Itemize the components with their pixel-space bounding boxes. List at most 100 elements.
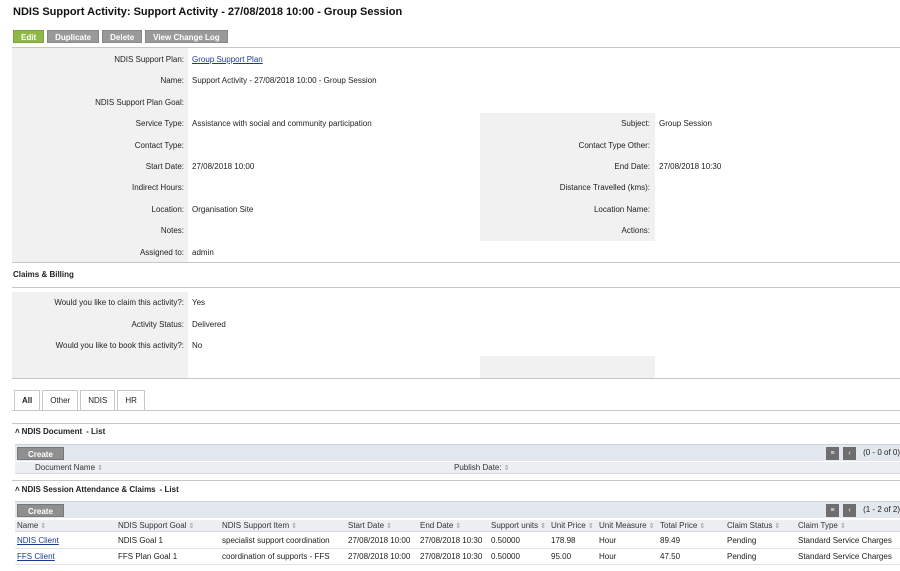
table-cell: 0.50000 (491, 536, 520, 545)
column-total-price[interactable]: Total Price ⇕ (660, 521, 705, 530)
attendance-pager-controls: ≡ ‹ (826, 504, 856, 517)
tab-ndis[interactable]: NDIS (80, 390, 116, 410)
column-start-date[interactable]: Start Date ⇕ (348, 521, 392, 530)
column-end-date[interactable]: End Date ⇕ (420, 521, 461, 530)
actions-label: Actions: (621, 226, 650, 235)
column-chooser-icon[interactable]: ≡ (826, 504, 839, 517)
sort-arrows-icon[interactable]: ⇕ (504, 465, 510, 472)
end-date-label: End Date: (614, 162, 650, 171)
table-cell: 95.00 (551, 552, 572, 561)
attendance-list-title[interactable]: ˄ NDIS Session Attendance & Claims - List (15, 485, 179, 494)
column-chooser-icon[interactable]: ≡ (826, 447, 839, 460)
table-cell: coordination of supports - FFS (222, 552, 330, 561)
assigned-to-label: Assigned to: (139, 248, 184, 257)
ndis-document-toolbar: Create ≡ ‹ (0 - 0 of 0) (15, 444, 900, 461)
divider (12, 378, 900, 379)
service-type-label: Service Type: (135, 119, 184, 128)
attendance-pager-text: (1 - 2 of 2) (863, 505, 900, 514)
chevron-left-icon[interactable]: ‹ (843, 504, 856, 517)
divider (12, 262, 900, 263)
claim-activity-label: Would you like to claim this activity?: (54, 298, 184, 307)
support-plan-value: Group Support Plan (192, 55, 263, 64)
distance-travelled-label: Distance Travelled (kms): (559, 183, 650, 192)
sort-arrows-icon[interactable]: ⇕ (588, 523, 594, 530)
location-name-label: Location Name: (593, 205, 650, 214)
column-claim-type[interactable]: Claim Type ⇕ (798, 521, 846, 530)
table-cell: NDIS Goal 1 (118, 536, 163, 545)
contact-type-other-label: Contact Type Other: (578, 141, 650, 150)
sort-arrows-icon[interactable]: ⇕ (455, 523, 461, 530)
page-title: NDIS Support Activity: Support Activity … (13, 6, 403, 18)
row-divider (15, 548, 900, 549)
table-cell: 27/08/2018 10:00 (348, 536, 411, 545)
column-support-goal[interactable]: NDIS Support Goal ⇕ (118, 521, 194, 530)
column-document-name[interactable]: Document Name ⇕ (35, 463, 103, 472)
start-date-value: 27/08/2018 10:00 (192, 162, 255, 171)
subject-value: Group Session (659, 119, 712, 128)
tab-divider (12, 410, 900, 411)
sort-arrows-icon[interactable]: ⇕ (40, 523, 46, 530)
column-claim-status[interactable]: Claim Status ⇕ (727, 521, 780, 530)
divider (12, 480, 900, 481)
sort-arrows-icon[interactable]: ⇕ (386, 523, 392, 530)
claims-right-panel (480, 356, 655, 378)
sort-arrows-icon[interactable]: ⇕ (774, 523, 780, 530)
ndis-document-list-title[interactable]: ˄ NDIS Document - List (15, 427, 105, 436)
document-pager-text: (0 - 0 of 0) (863, 448, 900, 457)
client-link[interactable]: FFS Client (17, 552, 55, 561)
delete-button[interactable]: Delete (102, 30, 143, 43)
column-publish-date[interactable]: Publish Date: ⇕ (454, 463, 509, 472)
location-label: Location: (151, 205, 184, 214)
chevron-left-icon[interactable]: ‹ (843, 447, 856, 460)
notes-label: Notes: (160, 226, 184, 235)
sort-arrows-icon[interactable]: ⇕ (188, 523, 194, 530)
client-link[interactable]: NDIS Client (17, 536, 59, 545)
column-unit-measure[interactable]: Unit Measure ⇕ (599, 521, 654, 530)
row-divider (15, 564, 900, 565)
tab-hr[interactable]: HR (117, 390, 145, 410)
table-cell: 89.49 (660, 536, 681, 545)
create-document-button[interactable]: Create (17, 447, 64, 460)
contact-type-label: Contact Type: (134, 141, 184, 150)
edit-button[interactable]: Edit (13, 30, 45, 43)
support-plan-label: NDIS Support Plan: (114, 55, 184, 64)
attendance-title: NDIS Session Attendance & Claims (21, 485, 156, 494)
double-chevron-up-icon[interactable]: ˄ (15, 485, 20, 494)
indirect-hours-label: Indirect Hours: (131, 183, 184, 192)
end-date-value: 27/08/2018 10:30 (659, 162, 722, 171)
claims-billing-heading: Claims & Billing (13, 270, 74, 279)
document-pager-controls: ≡ ‹ (826, 447, 856, 460)
activity-status-label: Activity Status: (131, 320, 184, 329)
ndis-document-title: NDIS Document (21, 427, 83, 436)
subject-label: Subject: (621, 119, 650, 128)
table-cell: Pending (727, 552, 757, 561)
column-support-item[interactable]: NDIS Support Item ⇕ (222, 521, 297, 530)
create-attendance-button[interactable]: Create (17, 504, 64, 517)
sort-arrows-icon[interactable]: ⇕ (649, 523, 655, 530)
tab-all[interactable]: All (14, 390, 41, 410)
location-value: Organisation Site (192, 205, 254, 214)
attendance-header-row: Name ⇕ NDIS Support Goal ⇕ NDIS Support It… (15, 520, 900, 532)
divider (12, 423, 900, 424)
view-change-log-button[interactable]: View Change Log (145, 30, 228, 43)
sort-arrows-icon[interactable]: ⇕ (840, 523, 846, 530)
table-cell: 0.50000 (491, 552, 520, 561)
support-plan-link[interactable]: Group Support Plan (192, 55, 263, 64)
assigned-to-value: admin (192, 248, 214, 257)
column-name[interactable]: Name ⇕ (17, 521, 46, 530)
tab-other[interactable]: Other (42, 390, 79, 410)
attendance-toolbar: Create ≡ ‹ (1 - 2 of 2) (15, 501, 900, 518)
plan-goal-label: NDIS Support Plan Goal: (95, 98, 184, 107)
attendance-subtitle: - List (159, 485, 179, 494)
sort-arrows-icon[interactable]: ⇕ (540, 523, 546, 530)
sort-arrows-icon[interactable]: ⇕ (699, 523, 705, 530)
duplicate-button[interactable]: Duplicate (47, 30, 100, 43)
column-support-units[interactable]: Support units ⇕ (491, 521, 546, 530)
double-chevron-up-icon[interactable]: ˄ (15, 427, 20, 436)
service-type-value: Assistance with social and community par… (192, 119, 372, 128)
column-unit-price[interactable]: Unit Price ⇕ (551, 521, 594, 530)
sort-arrows-icon[interactable]: ⇕ (291, 523, 297, 530)
sort-arrows-icon[interactable]: ⇕ (97, 465, 103, 472)
activity-status-value: Delivered (192, 320, 226, 329)
table-cell: 27/08/2018 10:00 (348, 552, 411, 561)
